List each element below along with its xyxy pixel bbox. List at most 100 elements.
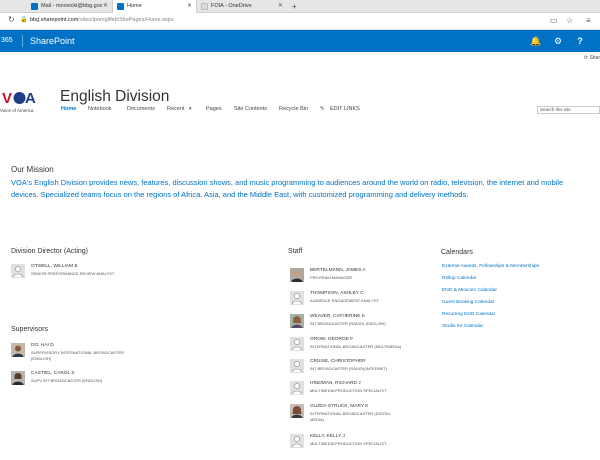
- person-card[interactable]: HINDMAN, RICHARD J MULTIMEDIA PRODUCTION…: [290, 380, 440, 400]
- nav-site-contents[interactable]: Site Contents: [234, 106, 267, 112]
- person-title: PROGRAM MANAGER: [310, 275, 353, 280]
- close-icon[interactable]: ✕: [187, 0, 192, 13]
- person-name: GUZDA STRUCK, MARY K: [310, 404, 369, 409]
- avatar: [290, 268, 304, 282]
- gear-icon[interactable]: ⚙: [547, 30, 569, 52]
- person-title: AUDIENCE ENGAGEMENT ANALYST: [310, 298, 379, 303]
- person-title: MULTIMEDIA PRODUCTION SPECIALIST: [310, 388, 387, 393]
- tab-label: Home: [127, 3, 142, 9]
- new-tab-button[interactable]: +: [292, 0, 297, 13]
- address-bar: ↻ 🔒 bbg.sharepoint.com/sites/ip/englifeb…: [0, 13, 600, 30]
- person-name: DO, HAI D: [31, 343, 54, 348]
- chevron-down-icon[interactable]: ▾: [189, 106, 192, 112]
- person-name: WEAVER, CATHERINE K: [310, 314, 365, 319]
- person-card[interactable]: DO, HAI D SUPERVISORY INTERNATIONAL BROA…: [11, 342, 161, 362]
- tab-label: Mail - mnovicki@bbg.gov: [41, 3, 103, 9]
- avatar: [290, 434, 304, 448]
- sharepoint-icon: [117, 3, 124, 10]
- avatar: [290, 381, 304, 395]
- person-card[interactable]: GUZDA STRUCK, MARY K INTERNATIONAL BROAD…: [290, 403, 440, 429]
- person-name: KELLY, KELLY J: [310, 434, 345, 439]
- person-name: CASTIEL, CAROL S: [31, 371, 75, 376]
- svg-text:V: V: [2, 90, 12, 107]
- person-title: SUPERVISORY INTERNATIONAL BROADCASTER (E…: [31, 350, 124, 361]
- person-name: HINDMAN, RICHARD J: [310, 381, 361, 386]
- nav-notebook[interactable]: Notebook: [88, 106, 112, 112]
- edit-links-button[interactable]: EDIT LINKS: [330, 106, 360, 112]
- calendar-link-recurring-eng[interactable]: Recurring ENG Calendar: [442, 312, 495, 317]
- person-title: INTERNATIONAL BROADCASTER (DIGITAL MEDIA…: [310, 411, 391, 422]
- nav-home[interactable]: Home: [61, 106, 76, 112]
- pencil-icon: ✎: [320, 106, 325, 112]
- person-title: SUPV INT BROADCASTER (ENGLISH): [31, 378, 103, 383]
- favorite-star-icon[interactable]: ☆: [566, 16, 573, 25]
- refresh-icon[interactable]: ↻: [8, 15, 15, 24]
- url-host: bbg.sharepoint.com: [30, 17, 79, 23]
- calendar-link-rollup[interactable]: Rollup Calendar: [442, 276, 476, 281]
- reading-view-icon[interactable]: ▭: [550, 16, 558, 25]
- menu-icon[interactable]: ≡: [586, 16, 591, 25]
- supervisors-heading: Supervisors: [11, 326, 48, 333]
- avatar: [11, 343, 25, 357]
- onedrive-icon: [201, 3, 208, 10]
- person-card[interactable]: OTWELL, WILLIAM E SENIOR PERFORMANCE REV…: [11, 263, 161, 283]
- avatar: [290, 404, 304, 418]
- calendar-link-external-awards[interactable]: External Awards, Fellowships & Membershi…: [442, 264, 539, 269]
- browser-tab-onedrive[interactable]: FOIA - OneDrive ✕: [197, 0, 287, 13]
- voa-logo: V A: [2, 90, 36, 107]
- suite-bar: 365 SharePoint 🔔 ⚙ ?: [0, 30, 600, 52]
- nav-documents[interactable]: Documents: [127, 106, 155, 112]
- browser-tab-mail[interactable]: Mail - mnovicki@bbg.gov ✕: [27, 0, 112, 13]
- help-icon[interactable]: ?: [569, 30, 591, 52]
- calendar-link-studio-54[interactable]: Studio 54 Calendar: [442, 324, 483, 329]
- person-card[interactable]: GROW, GEORGE F INTERNATIONAL BROADCASTER…: [290, 336, 440, 356]
- person-name: THOMPSON, ASHLEY C: [310, 291, 364, 296]
- svg-text:A: A: [25, 90, 36, 107]
- calendar-link-guest-booking[interactable]: Guest Booking Calendar: [442, 300, 494, 305]
- lock-icon: 🔒: [20, 17, 28, 23]
- nav-pages[interactable]: Pages: [206, 106, 222, 112]
- mission-text: VOA's English Division provides news, fe…: [11, 178, 564, 199]
- director-heading: Division Director (Acting): [11, 248, 89, 255]
- close-icon[interactable]: ✕: [103, 0, 108, 13]
- person-card[interactable]: KELLY, KELLY J MULTIMEDIA PRODUCTION SPE…: [290, 433, 440, 453]
- staff-heading: Staff: [288, 248, 303, 255]
- person-card[interactable]: CRUISE, CHRISTOPHER INT BROADCASTER (RAD…: [290, 358, 440, 378]
- url-field[interactable]: bbg.sharepoint.com/sites/ip/englifeb/Sit…: [30, 17, 174, 23]
- suite-divider: [22, 35, 23, 47]
- person-card[interactable]: BERTELMANN, JAMES A PROGRAM MANAGER: [290, 267, 440, 287]
- avatar: [290, 359, 304, 373]
- mission-heading: Our Mission: [11, 165, 54, 174]
- browser-tab-home[interactable]: Home ✕: [112, 0, 197, 13]
- person-card[interactable]: WEAVER, CATHERINE K INT BROADCASTER (RAD…: [290, 313, 440, 333]
- person-title: INTERNATIONAL BROADCASTER (MULTIMEDIA): [310, 344, 402, 349]
- suite-title[interactable]: SharePoint: [30, 30, 75, 52]
- person-name: CRUISE, CHRISTOPHER: [310, 359, 366, 364]
- person-title: INT BROADCASTER (RADIO)(INTERNET): [310, 366, 388, 371]
- calendar-link-eng-minicom[interactable]: ENG & Minicom Calendar: [442, 288, 497, 293]
- person-card[interactable]: THOMPSON, ASHLEY C AUDIENCE ENGAGEMENT A…: [290, 290, 440, 310]
- nav-recycle-bin[interactable]: Recycle Bin: [279, 106, 308, 112]
- app-launcher-label[interactable]: 365: [0, 30, 22, 52]
- bell-icon[interactable]: 🔔: [525, 30, 547, 52]
- url-path: /sites/ip/englifeb/SitePages/Home.aspx: [78, 17, 174, 23]
- person-name: OTWELL, WILLIAM E: [31, 264, 78, 269]
- site-title[interactable]: English Division: [60, 88, 169, 106]
- person-name: BERTELMANN, JAMES A: [310, 268, 366, 273]
- avatar: [11, 264, 25, 278]
- browser-tab-bar: Mail - mnovicki@bbg.gov ✕ Home ✕ FOIA - …: [0, 0, 600, 13]
- person-title: INT BROADCASTER (RADIO) (ENGLISH): [310, 321, 386, 326]
- share-button[interactable]: ⟳ Shar: [584, 55, 600, 61]
- search-input[interactable]: Search this site: [537, 106, 600, 114]
- avatar: [290, 337, 304, 351]
- avatar: [290, 291, 304, 305]
- close-icon[interactable]: ✕: [278, 0, 283, 13]
- avatar: [11, 371, 25, 385]
- avatar: [290, 314, 304, 328]
- person-title: SENIOR PERFORMANCE REVIEW ANALYST: [31, 271, 115, 276]
- person-card[interactable]: CASTIEL, CAROL S SUPV INT BROADCASTER (E…: [11, 370, 161, 390]
- tab-label: FOIA - OneDrive: [211, 3, 252, 9]
- person-title: MULTIMEDIA PRODUCTION SPECIALIST: [310, 441, 387, 446]
- share-label: Shar: [589, 55, 600, 61]
- nav-recent[interactable]: Recent: [167, 106, 184, 112]
